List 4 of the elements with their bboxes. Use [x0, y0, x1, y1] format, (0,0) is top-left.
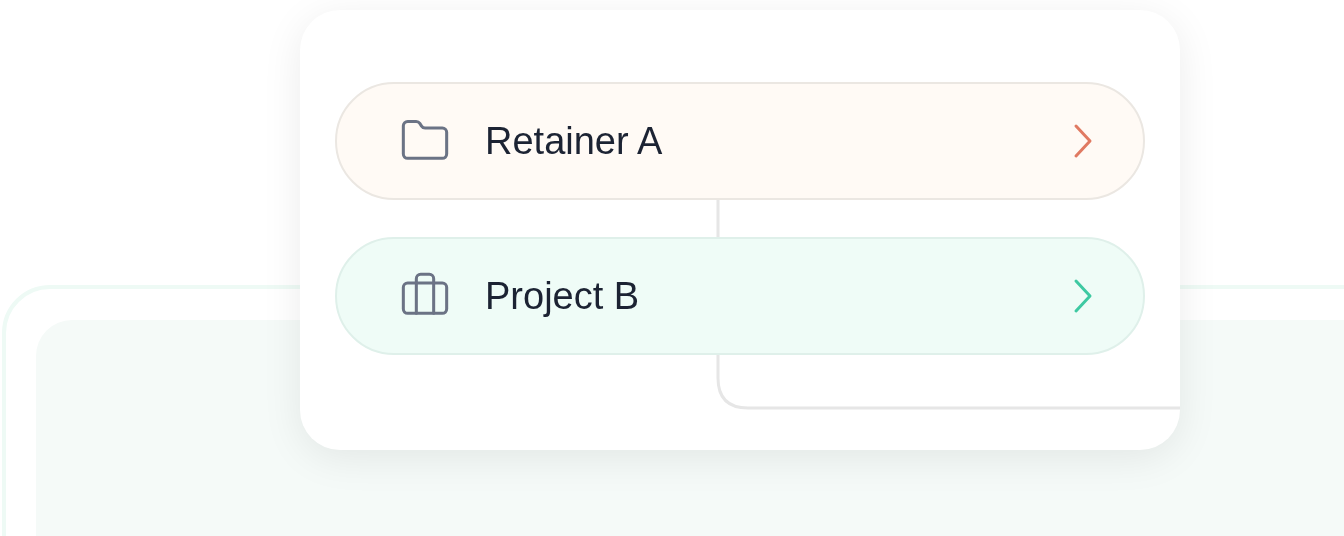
- list-row[interactable]: Retainer A: [335, 82, 1145, 200]
- row-label: Retainer A: [485, 119, 664, 163]
- list-row[interactable]: Project B: [335, 237, 1145, 355]
- row-label: Project B: [485, 274, 641, 318]
